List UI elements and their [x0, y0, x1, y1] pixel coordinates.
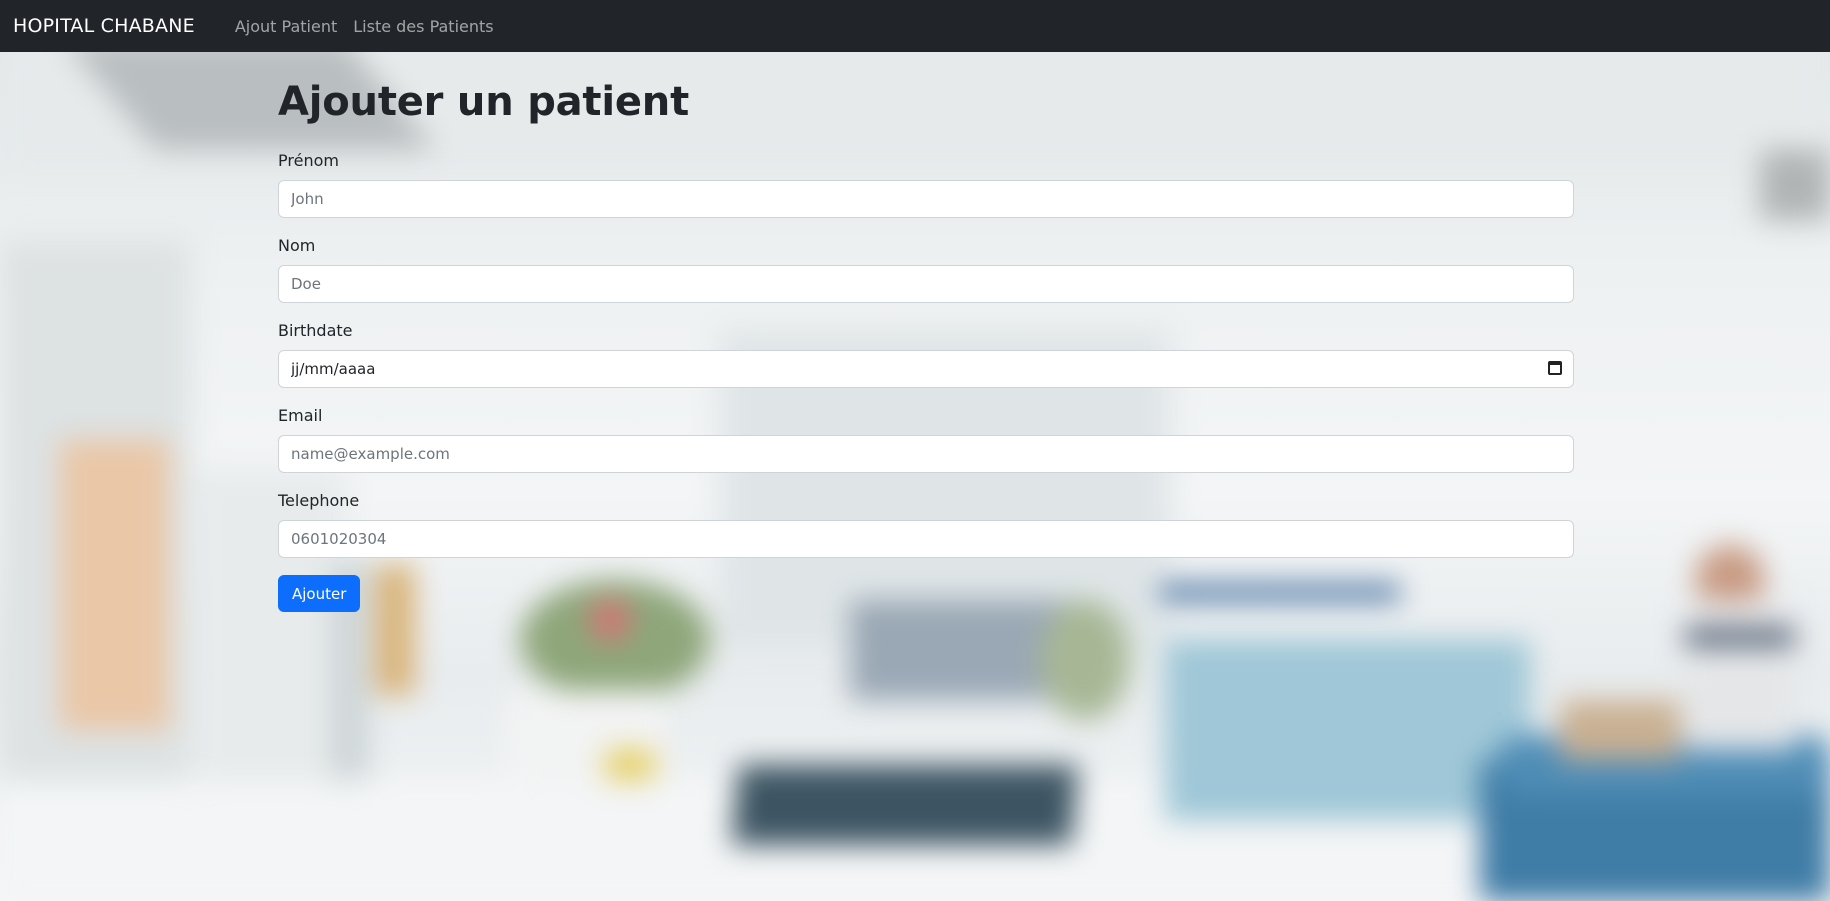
telephone-group: Telephone [278, 491, 1574, 558]
birthdate-input[interactable] [278, 350, 1574, 388]
nav-link-ajout-patient[interactable]: Ajout Patient [235, 17, 337, 36]
birthdate-label: Birthdate [278, 321, 353, 340]
email-input[interactable] [278, 435, 1574, 473]
lastname-group: Nom [278, 236, 1574, 303]
navbar-brand[interactable]: HOPITAL CHABANE [13, 15, 195, 37]
firstname-input[interactable] [278, 180, 1574, 218]
navbar: HOPITAL CHABANE Ajout Patient Liste des … [0, 0, 1830, 52]
telephone-input[interactable] [278, 520, 1574, 558]
calendar-icon[interactable] [1548, 361, 1562, 375]
birthdate-field-wrapper [278, 350, 1574, 388]
lastname-input[interactable] [278, 265, 1574, 303]
submit-button[interactable]: Ajouter [278, 575, 361, 612]
email-group: Email [278, 406, 1574, 473]
lastname-label: Nom [278, 236, 316, 255]
page-title: Ajouter un patient [278, 79, 689, 125]
email-label: Email [278, 406, 323, 425]
nav-link-liste-des-patients[interactable]: Liste des Patients [353, 17, 493, 36]
birthdate-group: Birthdate [278, 321, 1574, 388]
form-container: Ajouter un patient Prénom Nom Birthdate … [278, 52, 1574, 612]
firstname-group: Prénom [278, 151, 1574, 218]
telephone-label: Telephone [278, 491, 360, 510]
firstname-label: Prénom [278, 151, 339, 170]
